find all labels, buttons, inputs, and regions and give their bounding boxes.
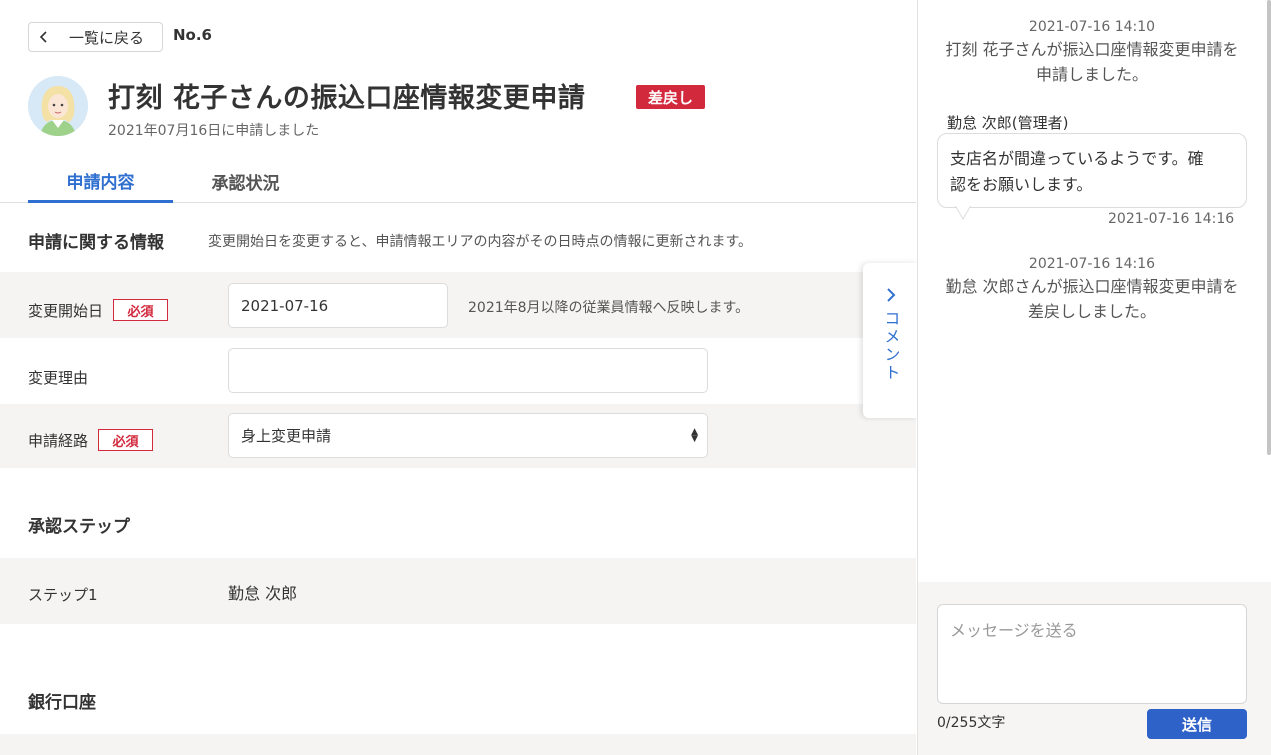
form-row-reason: 変更理由 — [0, 338, 916, 404]
comment-text-line: 支店名が間違っているようです。確 — [950, 149, 1204, 168]
activity-log-1: 2021-07-16 14:10 打刻 花子さんが振込口座情報変更申請を 申請し… — [918, 17, 1266, 87]
route-label: 申請経路 — [28, 431, 89, 450]
chevron-left-icon — [29, 31, 59, 43]
main-content: 一覧に戻る No.6 打刻 花子さんの振込口座情報変更申請 差戻し 2021年0… — [0, 0, 916, 755]
avatar-illustration — [28, 76, 88, 136]
activity-log-2: 2021-07-16 14:16 勤怠 次郎さんが振込口座情報変更申請を 差戻し… — [918, 254, 1266, 324]
back-label: 一覧に戻る — [69, 28, 145, 47]
comment-tab-label: コメント — [881, 310, 901, 382]
log-text-line: 勤怠 次郎さんが振込口座情報変更申請を — [945, 277, 1239, 296]
panel-scrollbar[interactable] — [1267, 0, 1271, 455]
form-row-route: 申請経路 必須 身上変更申請 ▲ ▼ — [0, 404, 916, 468]
page-title: 打刻 花子さんの振込口座情報変更申請 — [108, 83, 586, 114]
section-title-application-info: 申請に関する情報 — [28, 233, 164, 253]
route-select[interactable]: 身上変更申請 ▲ ▼ — [228, 413, 708, 458]
approval-step-row: ステップ1 勤怠 次郎 — [0, 558, 916, 624]
avatar — [28, 76, 88, 136]
start-date-input[interactable]: 2021-07-16 — [228, 283, 448, 328]
send-button[interactable]: 送信 — [1147, 709, 1247, 739]
comment-timestamp: 2021-07-16 14:16 — [1108, 211, 1235, 227]
chevron-right-icon — [886, 287, 896, 306]
bank-account-row — [0, 734, 916, 755]
start-date-label-group: 変更開始日 必須 — [28, 299, 169, 321]
required-badge: 必須 — [113, 299, 169, 321]
start-date-label: 変更開始日 — [28, 301, 104, 320]
required-badge: 必須 — [98, 429, 154, 451]
log-text-line: 打刻 花子さんが振込口座情報変更申請を — [945, 40, 1239, 59]
route-value: 身上変更申請 — [241, 427, 332, 445]
tab-bar: 申請内容 承認状況 — [0, 160, 916, 203]
route-label-group: 申請経路 必須 — [28, 429, 154, 451]
section-title-bank-account: 銀行口座 — [28, 693, 96, 713]
applied-date: 2021年07月16日に申請しました — [108, 123, 320, 139]
reason-input[interactable] — [228, 348, 708, 393]
log-text-line: 申請しました。 — [1035, 65, 1148, 84]
tab-application-details[interactable]: 申請内容 — [28, 160, 173, 203]
character-counter: 0/255文字 — [937, 715, 1006, 731]
tab-approval-status[interactable]: 承認状況 — [173, 160, 318, 203]
document-number: No.6 — [173, 26, 212, 44]
form-row-start-date: 変更開始日 必須 2021-07-16 2021年8月以降の従業員情報へ反映しま… — [0, 272, 916, 338]
step-label: ステップ1 — [28, 586, 98, 604]
start-date-value: 2021-07-16 — [241, 296, 329, 315]
log-text-line: 差戻ししました。 — [1027, 302, 1156, 321]
comment-text-line: 認をお願いします。 — [950, 175, 1093, 194]
section-note: 変更開始日を変更すると、申請情報エリアの内容がその日時点の情報に更新されます。 — [208, 234, 753, 250]
comment-panel-toggle[interactable]: コメント — [863, 263, 918, 418]
comment-bubble: 支店名が間違っているようです。確 認をお願いします。 — [937, 133, 1247, 208]
status-badge: 差戻し — [636, 85, 705, 109]
log-timestamp: 2021-07-16 14:10 — [1028, 19, 1156, 35]
select-arrows-icon: ▲ ▼ — [691, 426, 698, 444]
section-title-approval-steps: 承認ステップ — [28, 517, 130, 537]
step-approver: 勤怠 次郎 — [228, 584, 298, 603]
log-timestamp: 2021-07-16 14:16 — [1028, 256, 1156, 272]
start-date-hint: 2021年8月以降の従業員情報へ反映します。 — [468, 300, 750, 316]
reason-label: 変更理由 — [28, 369, 89, 387]
back-to-list-button[interactable]: 一覧に戻る — [28, 22, 163, 52]
message-input[interactable] — [937, 604, 1247, 704]
bubble-tail-inner — [956, 206, 970, 218]
comment-author: 勤怠 次郎(管理者) — [947, 114, 1069, 132]
